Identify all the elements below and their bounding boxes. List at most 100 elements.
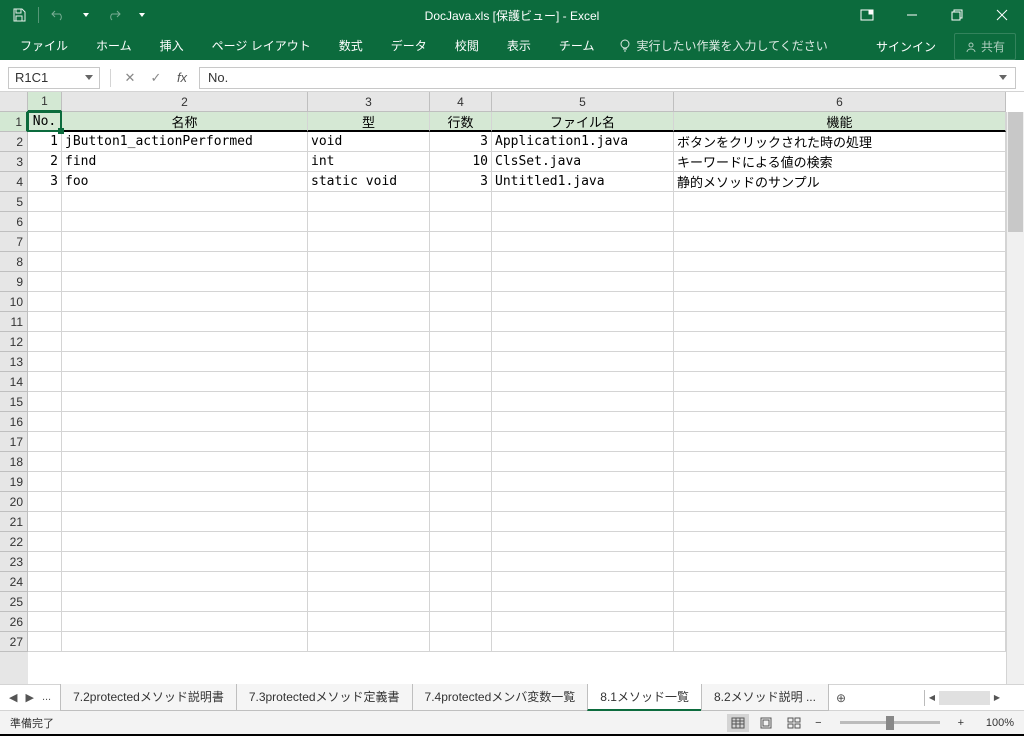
cell[interactable] <box>308 392 430 412</box>
cell[interactable] <box>62 332 308 352</box>
tab-team[interactable]: チーム <box>545 31 609 60</box>
cell[interactable] <box>28 572 62 592</box>
cell[interactable] <box>492 472 674 492</box>
column-header[interactable]: 4 <box>430 92 492 112</box>
row-header[interactable]: 5 <box>0 192 28 212</box>
cell[interactable] <box>308 272 430 292</box>
cell[interactable] <box>62 312 308 332</box>
fx-button[interactable]: fx <box>171 67 193 89</box>
header-cell[interactable]: 名称 <box>62 112 308 132</box>
tab-data[interactable]: データ <box>377 31 441 60</box>
add-sheet-button[interactable]: ⊕ <box>828 687 854 709</box>
cell[interactable] <box>308 472 430 492</box>
row-header[interactable]: 18 <box>0 452 28 472</box>
cell[interactable] <box>430 192 492 212</box>
scroll-right-button[interactable]: ▶ <box>990 691 1004 705</box>
cell[interactable] <box>28 292 62 312</box>
cell[interactable] <box>308 432 430 452</box>
view-page-layout-button[interactable] <box>755 714 777 732</box>
cell[interactable] <box>430 392 492 412</box>
header-cell[interactable]: ファイル名 <box>492 112 674 132</box>
row-header[interactable]: 13 <box>0 352 28 372</box>
cell[interactable]: static void <box>308 172 430 192</box>
cell[interactable] <box>62 432 308 452</box>
cell[interactable] <box>28 412 62 432</box>
name-box[interactable]: R1C1 <box>8 67 100 89</box>
close-button[interactable] <box>979 0 1024 30</box>
sheet-tab[interactable]: 8.1メソッド一覧 <box>587 684 702 711</box>
cell[interactable] <box>492 432 674 452</box>
cell[interactable] <box>62 272 308 292</box>
row-header[interactable]: 26 <box>0 612 28 632</box>
cell[interactable] <box>28 452 62 472</box>
redo-button[interactable] <box>101 3 127 27</box>
cell[interactable] <box>62 552 308 572</box>
cell[interactable] <box>308 552 430 572</box>
row-header[interactable]: 17 <box>0 432 28 452</box>
cell[interactable] <box>492 292 674 312</box>
cell[interactable] <box>492 372 674 392</box>
cell[interactable]: 3 <box>430 132 492 152</box>
cell[interactable] <box>430 412 492 432</box>
cell[interactable] <box>28 372 62 392</box>
tab-insert[interactable]: 挿入 <box>146 31 198 60</box>
cell[interactable] <box>62 492 308 512</box>
cell[interactable] <box>308 632 430 652</box>
cell[interactable] <box>28 632 62 652</box>
cell[interactable] <box>492 392 674 412</box>
zoom-level[interactable]: 100% <box>974 717 1014 729</box>
cell[interactable] <box>430 572 492 592</box>
row-header[interactable]: 1 <box>0 112 28 132</box>
cell[interactable] <box>308 252 430 272</box>
cell[interactable] <box>308 332 430 352</box>
column-header[interactable]: 3 <box>308 92 430 112</box>
column-header[interactable]: 5 <box>492 92 674 112</box>
cell[interactable]: jButton1_actionPerformed <box>62 132 308 152</box>
tab-review[interactable]: 校閲 <box>441 31 493 60</box>
tab-nav-ellipsis[interactable]: ... <box>39 691 54 704</box>
cell[interactable] <box>492 212 674 232</box>
cell[interactable] <box>62 632 308 652</box>
cell[interactable] <box>62 512 308 532</box>
tab-file[interactable]: ファイル <box>6 31 82 60</box>
cell[interactable] <box>62 532 308 552</box>
cell[interactable] <box>674 352 1006 372</box>
cell[interactable] <box>430 432 492 452</box>
cell[interactable] <box>430 532 492 552</box>
cell[interactable] <box>674 392 1006 412</box>
cell[interactable] <box>674 612 1006 632</box>
row-header[interactable]: 7 <box>0 232 28 252</box>
cell[interactable] <box>674 412 1006 432</box>
cell[interactable] <box>492 632 674 652</box>
cell[interactable] <box>28 432 62 452</box>
cell[interactable] <box>28 252 62 272</box>
cell[interactable]: 静的メソッドのサンプル <box>674 172 1006 192</box>
cell[interactable]: 1 <box>28 132 62 152</box>
cell[interactable] <box>308 372 430 392</box>
row-header[interactable]: 16 <box>0 412 28 432</box>
tab-home[interactable]: ホーム <box>82 31 146 60</box>
zoom-out-button[interactable]: − <box>811 717 825 729</box>
cell[interactable] <box>492 612 674 632</box>
cell[interactable] <box>308 612 430 632</box>
vertical-scrollbar[interactable] <box>1006 112 1024 684</box>
cell[interactable] <box>308 212 430 232</box>
cell[interactable] <box>28 212 62 232</box>
enter-formula-button[interactable]: ✓ <box>145 67 167 89</box>
cell[interactable]: キーワードによる値の検索 <box>674 152 1006 172</box>
cell[interactable]: find <box>62 152 308 172</box>
cell[interactable] <box>492 412 674 432</box>
cell[interactable] <box>308 292 430 312</box>
column-header[interactable]: 2 <box>62 92 308 112</box>
cell[interactable] <box>308 492 430 512</box>
row-header[interactable]: 14 <box>0 372 28 392</box>
cell[interactable] <box>430 292 492 312</box>
cell[interactable] <box>62 212 308 232</box>
cell[interactable] <box>308 232 430 252</box>
row-header[interactable]: 20 <box>0 492 28 512</box>
cell[interactable] <box>308 572 430 592</box>
cell[interactable] <box>492 592 674 612</box>
tab-view[interactable]: 表示 <box>493 31 545 60</box>
cell[interactable]: 10 <box>430 152 492 172</box>
cell[interactable] <box>28 512 62 532</box>
